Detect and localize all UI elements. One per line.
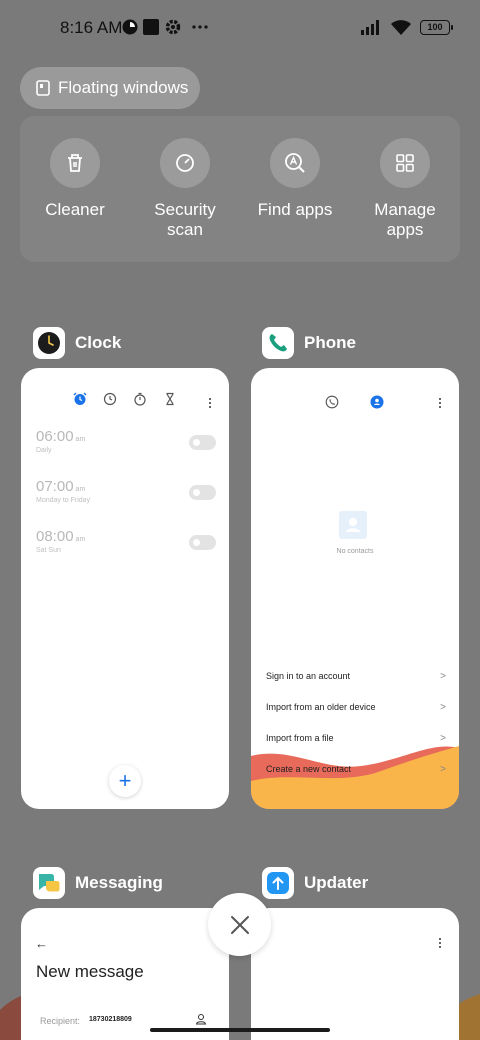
clock-more-icon[interactable] [208,398,212,408]
battery-level: 100 [427,22,443,32]
status-right-group: 100 [360,16,453,38]
clock-app-icon [33,327,65,359]
import-older-device-item[interactable]: Import from an older device > [266,702,446,713]
gear-icon [165,19,181,35]
more-dots-icon [192,25,208,29]
phone-app-title: Phone [304,333,356,352]
security-scan-icon [160,138,210,188]
cleaner-label: Cleaner [45,200,105,219]
import-file-item[interactable]: Import from a file > [266,733,446,744]
manage-apps-label: Manage apps [374,200,436,239]
create-contact-item[interactable]: Create a new contact > [266,764,446,775]
phone-app-icon [262,327,294,359]
alarm-icon[interactable] [73,392,87,406]
chevron-right-icon: > [440,702,446,713]
alarm-row[interactable]: 06:00 am Daily [36,428,216,468]
clock-app-card[interactable]: 06:00 am Daily 07:00 am Monday to Friday 0… [21,368,229,809]
clock-icon[interactable] [103,392,117,406]
recipient-label: Recipient: [40,1016,81,1026]
updater-app-title: Updater [304,873,369,892]
alarm-row[interactable]: 08:00 am Sat Sun [36,528,216,568]
notification-icon [122,19,138,35]
updater-app-card[interactable] [251,908,459,1040]
phone-app-header[interactable]: Phone [262,327,356,359]
back-arrow-icon[interactable]: ← [35,936,48,951]
messaging-app-header[interactable]: Messaging [33,867,163,899]
updater-app-header[interactable]: Updater [262,867,368,899]
floating-windows-label: Floating windows [58,78,189,97]
phone-more-icon[interactable] [438,398,442,408]
timer-icon[interactable] [163,392,177,406]
clock-app-title: Clock [75,333,122,352]
status-time: 8:16 AM [60,18,123,37]
floating-windows-button[interactable]: Floating windows [20,67,200,109]
updater-more-icon[interactable] [438,938,442,948]
grid-icon [380,138,430,188]
chevron-right-icon: > [440,671,446,682]
floating-window-icon [36,80,50,96]
alarm-repeat: Daily [36,447,52,454]
sign-in-account-item[interactable]: Sign in to an account > [266,671,446,682]
alarm-toggle[interactable] [189,485,216,500]
messaging-app-icon [33,867,65,899]
phone-app-card[interactable]: No contacts Sign in to an account > Impor… [251,368,459,809]
find-apps-label: Find apps [257,200,333,219]
alarm-repeat: Sat Sun [36,547,61,554]
trash-icon [50,138,100,188]
recipient-value[interactable]: 18730218809 [89,1016,132,1023]
security-scan-label: Security scan [154,200,216,239]
chevron-right-icon: > [440,764,446,775]
wifi-icon [391,20,411,35]
alarm-row[interactable]: 07:00 am Monday to Friday [36,478,216,518]
signal-icon [361,20,379,35]
updater-app-icon [262,867,294,899]
recents-icon[interactable] [325,395,339,409]
add-alarm-button[interactable]: + [109,765,141,797]
find-apps-icon [270,138,320,188]
contact-placeholder-icon [339,511,367,539]
close-all-button[interactable] [208,893,271,956]
decorative-wave [251,746,459,809]
cleaner-button[interactable]: Cleaner [20,138,130,220]
alarm-toggle[interactable] [189,535,216,550]
quick-actions-panel: Cleaner Security scan Find apps Manage a… [20,116,460,262]
alarm-repeat: Monday to Friday [36,497,91,504]
alarm-toggle[interactable] [189,435,216,450]
decorative-corner-right [459,994,480,1040]
no-contacts-label: No contacts [336,548,374,555]
close-icon [230,915,249,934]
square-icon [143,19,159,35]
security-scan-button[interactable]: Security scan [130,138,240,240]
clock-app-header[interactable]: Clock [33,327,121,359]
clock-tabs [73,392,177,406]
battery-icon: 100 [420,19,453,35]
decorative-corner-left [0,996,21,1040]
home-indicator[interactable] [150,1028,330,1032]
new-message-title: New message [36,962,144,981]
messaging-app-card[interactable]: ← New message Recipient: 18730218809 [21,908,229,1040]
find-apps-button[interactable]: Find apps [240,138,350,220]
status-bar: 8:16 AM 100 [0,0,480,56]
manage-apps-button[interactable]: Manage apps [350,138,460,240]
contacts-icon[interactable] [370,395,384,409]
chevron-right-icon: > [440,733,446,744]
stopwatch-icon[interactable] [133,392,147,406]
add-contact-icon[interactable] [195,1013,207,1025]
messaging-app-title: Messaging [75,873,163,892]
